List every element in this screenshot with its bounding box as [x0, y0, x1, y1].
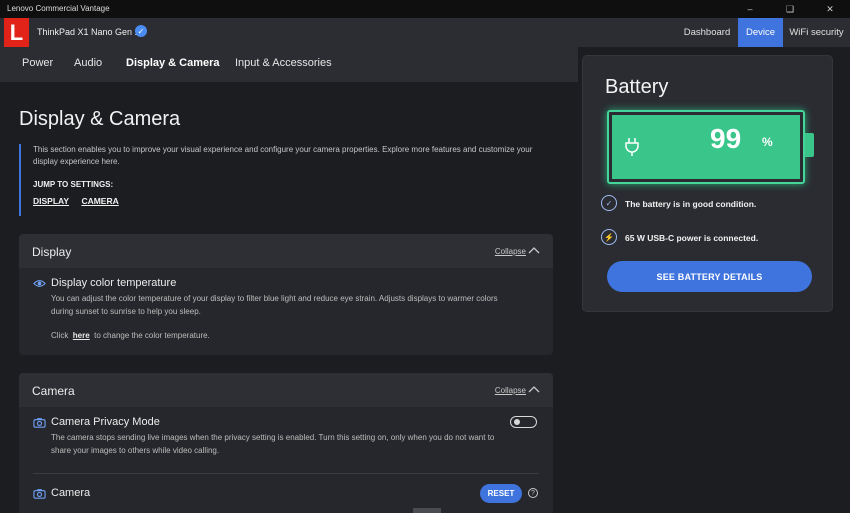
camera-card-heading: Camera [32, 384, 75, 398]
battery-title: Battery [605, 76, 669, 98]
nav-wifi-security[interactable]: WiFi security [783, 18, 850, 47]
verified-check-icon: ✓ [135, 25, 147, 37]
jump-link-camera[interactable]: CAMERA [81, 196, 118, 206]
camera-card-header: Camera Collapse [19, 373, 553, 407]
device-name: ThinkPad X1 Nano Gen 1 [37, 27, 140, 37]
battery-gauge: 99 % [607, 110, 805, 184]
display-card-header: Display Collapse [19, 234, 553, 268]
tab-power[interactable]: Power [22, 57, 53, 69]
camera-card: Camera Collapse Camera Privacy Mode The … [19, 373, 553, 513]
color-temperature-here-link[interactable]: here [73, 331, 90, 340]
see-battery-details-button[interactable]: SEE BATTERY DETAILS [607, 261, 812, 292]
check-icon: ✓ [601, 195, 617, 211]
jump-label: JUMP TO SETTINGS: [33, 180, 114, 189]
battery-condition-status: The battery is in good condition. [625, 199, 757, 209]
nav-dashboard[interactable]: Dashboard [676, 18, 738, 47]
camera-title: Camera [51, 487, 91, 499]
click-prefix-text: Click [51, 331, 69, 340]
eye-icon [33, 280, 46, 287]
window-titlebar: Lenovo Commercial Vantage – ❑ ✕ [0, 0, 850, 18]
color-temperature-link-row: Click here to change the color temperatu… [51, 330, 511, 343]
toggle-knob [514, 419, 520, 425]
close-button[interactable]: ✕ [810, 0, 850, 18]
app-header: L ThinkPad X1 Nano Gen 1 ✓ Dashboard Dev… [0, 18, 850, 47]
battery-percent: 99 [710, 123, 742, 154]
battery-panel: Battery 99 % ✓ The battery is in good co… [582, 55, 833, 312]
jump-link-display[interactable]: DISPLAY [33, 196, 69, 206]
tab-audio[interactable]: Audio [74, 57, 102, 69]
color-temperature-description: You can adjust the color temperature of … [51, 294, 498, 316]
camera-privacy-toggle[interactable] [510, 416, 537, 428]
chevron-up-icon[interactable] [528, 245, 540, 255]
camera-collapse-link[interactable]: Collapse [495, 386, 526, 395]
window-title: Lenovo Commercial Vantage [7, 4, 110, 13]
lenovo-logo: L [4, 18, 29, 47]
page-title: Display & Camera [19, 108, 181, 130]
minimize-button[interactable]: – [730, 0, 770, 18]
help-icon[interactable]: ? [528, 488, 538, 498]
horizontal-scrollbar[interactable] [413, 508, 441, 513]
display-card-heading: Display [32, 245, 72, 259]
click-suffix-text: to change the color temperature. [94, 331, 210, 340]
battery-power-status: 65 W USB-C power is connected. [625, 233, 759, 243]
divider [33, 473, 539, 474]
battery-percent-sign: % [762, 135, 773, 149]
camera-privacy-title: Camera Privacy Mode [51, 416, 160, 428]
main-content: Display & Camera This section enables yo… [0, 82, 578, 513]
jump-links: DISPLAY CAMERA [33, 196, 539, 206]
camera-privacy-description: The camera stops sending live images whe… [51, 433, 495, 455]
display-collapse-link[interactable]: Collapse [495, 247, 526, 256]
camera-icon [33, 489, 46, 499]
battery-fill: 99 % [612, 115, 800, 179]
device-subnav: Power Audio Display & Camera Input & Acc… [0, 47, 578, 82]
tab-display-camera[interactable]: Display & Camera [126, 57, 220, 69]
battery-tip [805, 133, 814, 157]
power-plug-icon: ⚡ [601, 229, 617, 245]
display-card: Display Collapse Display color temperatu… [19, 234, 553, 355]
plug-icon [625, 138, 639, 156]
camera-reset-button[interactable]: RESET [480, 484, 522, 503]
intro-section: This section enables you to improve your… [19, 144, 539, 216]
chevron-up-icon[interactable] [528, 384, 540, 394]
camera-icon [33, 418, 46, 428]
maximize-button[interactable]: ❑ [770, 0, 810, 18]
tab-input-accessories[interactable]: Input & Accessories [235, 57, 332, 69]
color-temperature-title: Display color temperature [51, 277, 177, 289]
intro-description: This section enables you to improve your… [33, 145, 533, 166]
nav-device[interactable]: Device [738, 18, 783, 47]
